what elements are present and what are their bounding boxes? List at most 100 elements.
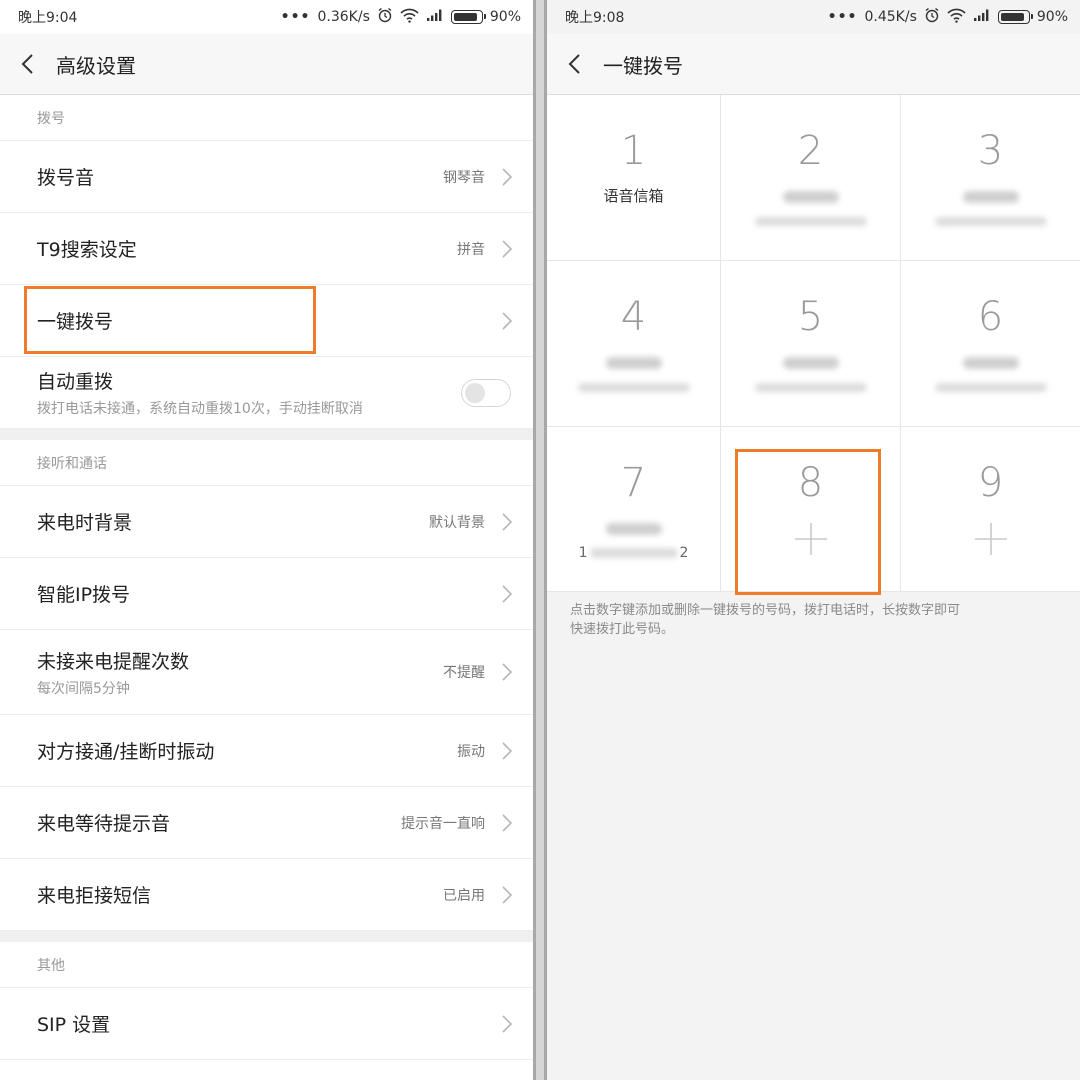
row-subtitle: 拨打电话未接通，系统自动重拨10次，手动挂断取消 — [37, 401, 363, 417]
section-header-dialing: 拨号 — [0, 95, 533, 141]
alarm-clock-icon — [924, 7, 940, 27]
chevron-right-icon — [502, 239, 513, 258]
section-gap — [0, 429, 533, 440]
settings-row-t9-search[interactable]: T9搜索设定 拼音 — [0, 213, 533, 285]
back-arrow-icon[interactable] — [20, 52, 40, 76]
alarm-clock-icon — [377, 7, 393, 27]
key-number: 9 — [977, 460, 1004, 506]
advanced-settings-screen: 晚上9:04 ••• 0.36K/s 90% 高级设置 拨号 拨号音 钢琴音 T… — [0, 0, 533, 1080]
speed-dial-key-2[interactable]: 2 — [721, 95, 901, 261]
speed-dial-key-5[interactable]: 5 — [721, 261, 901, 427]
network-speed: 0.36K/s — [317, 9, 370, 25]
section-header-other: 其他 — [0, 942, 533, 988]
key-number: 3 — [977, 128, 1004, 174]
speed-dial-key-4[interactable]: 4 — [547, 261, 721, 427]
row-value: 钢琴音 — [443, 169, 485, 186]
signal-icon — [973, 8, 991, 26]
section-gap — [0, 931, 533, 942]
row-title: 自动重拨 — [37, 371, 114, 393]
section-header-calls: 接听和通话 — [0, 440, 533, 486]
settings-row-dial-tone[interactable]: 拨号音 钢琴音 — [0, 141, 533, 213]
speed-dial-key-3[interactable]: 3 — [901, 95, 1080, 261]
settings-row-incoming-background[interactable]: 来电时背景 默认背景 — [0, 486, 533, 558]
blurred-contact-number — [934, 383, 1047, 392]
page-title: 一键拨号 — [603, 53, 683, 78]
settings-row-call-waiting-tone[interactable]: 来电等待提示音 提示音一直响 — [0, 787, 533, 859]
speed-dial-key-6[interactable]: 6 — [901, 261, 1080, 427]
blurred-contact-name — [782, 357, 839, 369]
settings-row-missed-call-reminder[interactable]: 未接来电提醒次数 每次间隔5分钟 不提醒 — [0, 630, 533, 715]
battery-percent: 90% — [489, 9, 521, 25]
speed-dial-key-9[interactable]: 9 — [901, 427, 1080, 592]
status-bar: 晚上9:04 ••• 0.36K/s 90% — [0, 0, 533, 34]
speed-dial-hint: 点击数字键添加或删除一键拨号的号码，拨打电话时，长按数字即可快速拨打此号码。 — [570, 603, 961, 637]
partially-hidden-number: 1 2 — [579, 545, 689, 561]
status-time: 晚上9:04 — [18, 10, 78, 26]
wifi-icon — [400, 8, 419, 27]
key-number: 8 — [797, 460, 824, 506]
chevron-right-icon — [502, 311, 513, 330]
app-bar: 一键拨号 — [547, 34, 1080, 95]
blurred-contact-number — [754, 383, 867, 392]
row-title: 未接来电提醒次数 — [37, 650, 190, 673]
status-bar: 晚上9:08 ••• 0.45K/s 90% — [547, 0, 1080, 34]
key-number: 2 — [797, 128, 824, 174]
speed-dial-screen: 晚上9:08 ••• 0.45K/s 90% 一键拨号 1 语音信箱 2 3 4… — [547, 0, 1080, 1080]
battery-icon — [450, 10, 486, 24]
key-number: 5 — [797, 294, 824, 340]
blurred-contact-name — [605, 523, 662, 535]
key-number: 6 — [977, 294, 1004, 340]
key-number: 7 — [620, 460, 647, 506]
blurred-contact-number — [934, 217, 1047, 226]
row-title: 来电等待提示音 — [37, 813, 171, 835]
row-value: 不提醒 — [443, 665, 485, 681]
back-arrow-icon[interactable] — [567, 52, 587, 76]
row-title: 一键拨号 — [37, 311, 114, 333]
blurred-contact-name — [605, 357, 662, 369]
settings-row-speed-dial[interactable]: 一键拨号 — [0, 285, 533, 357]
row-title: 对方接通/挂断时振动 — [37, 741, 215, 763]
speed-dial-key-8[interactable]: 8 — [721, 427, 901, 592]
status-icons: ••• 0.36K/s 90% — [281, 7, 521, 27]
blurred-contact-name — [962, 357, 1019, 369]
chevron-right-icon — [502, 167, 513, 186]
blurred-contact-number — [577, 383, 690, 392]
row-value: 拼音 — [457, 241, 485, 258]
battery-percent: 90% — [1036, 9, 1068, 25]
page-title: 高级设置 — [56, 53, 136, 78]
settings-row-smart-ip[interactable]: 智能IP拨号 — [0, 558, 533, 630]
row-title: 来电拒接短信 — [37, 885, 152, 907]
row-title: 来电时背景 — [37, 512, 133, 534]
row-title: T9搜索设定 — [37, 239, 137, 261]
row-title: 智能IP拨号 — [37, 584, 131, 606]
plus-icon — [794, 523, 827, 555]
speed-dial-grid: 1 语音信箱 2 3 4 5 6 7 1 2 8 9 — [547, 95, 1080, 592]
settings-list: 拨号 拨号音 钢琴音 T9搜索设定 拼音 一键拨号 自动重拨 拨打电话未接通，系… — [0, 95, 533, 1060]
chevron-right-icon — [502, 1014, 513, 1033]
row-value: 提示音一直响 — [401, 815, 485, 832]
row-value: 振动 — [457, 743, 485, 760]
speed-dial-key-1[interactable]: 1 语音信箱 — [547, 95, 721, 261]
row-value: 默认背景 — [429, 514, 485, 531]
settings-row-reject-sms[interactable]: 来电拒接短信 已启用 — [0, 859, 533, 931]
chevron-right-icon — [502, 885, 513, 904]
status-time: 晚上9:08 — [565, 10, 625, 26]
key-number: 1 — [620, 128, 647, 174]
settings-row-sip[interactable]: SIP 设置 — [0, 988, 533, 1060]
number-start: 1 — [578, 545, 588, 561]
row-title: SIP 设置 — [37, 1014, 111, 1036]
auto-redial-toggle[interactable] — [461, 378, 511, 407]
settings-row-connect-vibrate[interactable]: 对方接通/挂断时振动 振动 — [0, 715, 533, 787]
chevron-right-icon — [502, 813, 513, 832]
blurred-contact-name — [962, 191, 1019, 203]
number-end: 2 — [679, 545, 689, 561]
speed-dial-key-7[interactable]: 7 1 2 — [547, 427, 721, 592]
row-title: 拨号音 — [37, 167, 95, 189]
panel-divider — [533, 0, 547, 1080]
number-mask — [589, 548, 678, 558]
more-dots-icon: ••• — [280, 9, 311, 25]
settings-row-auto-redial[interactable]: 自动重拨 拨打电话未接通，系统自动重拨10次，手动挂断取消 — [0, 357, 533, 429]
more-dots-icon: ••• — [827, 9, 858, 25]
key-label: 语音信箱 — [603, 187, 664, 205]
status-icons: ••• 0.45K/s 90% — [828, 7, 1068, 27]
